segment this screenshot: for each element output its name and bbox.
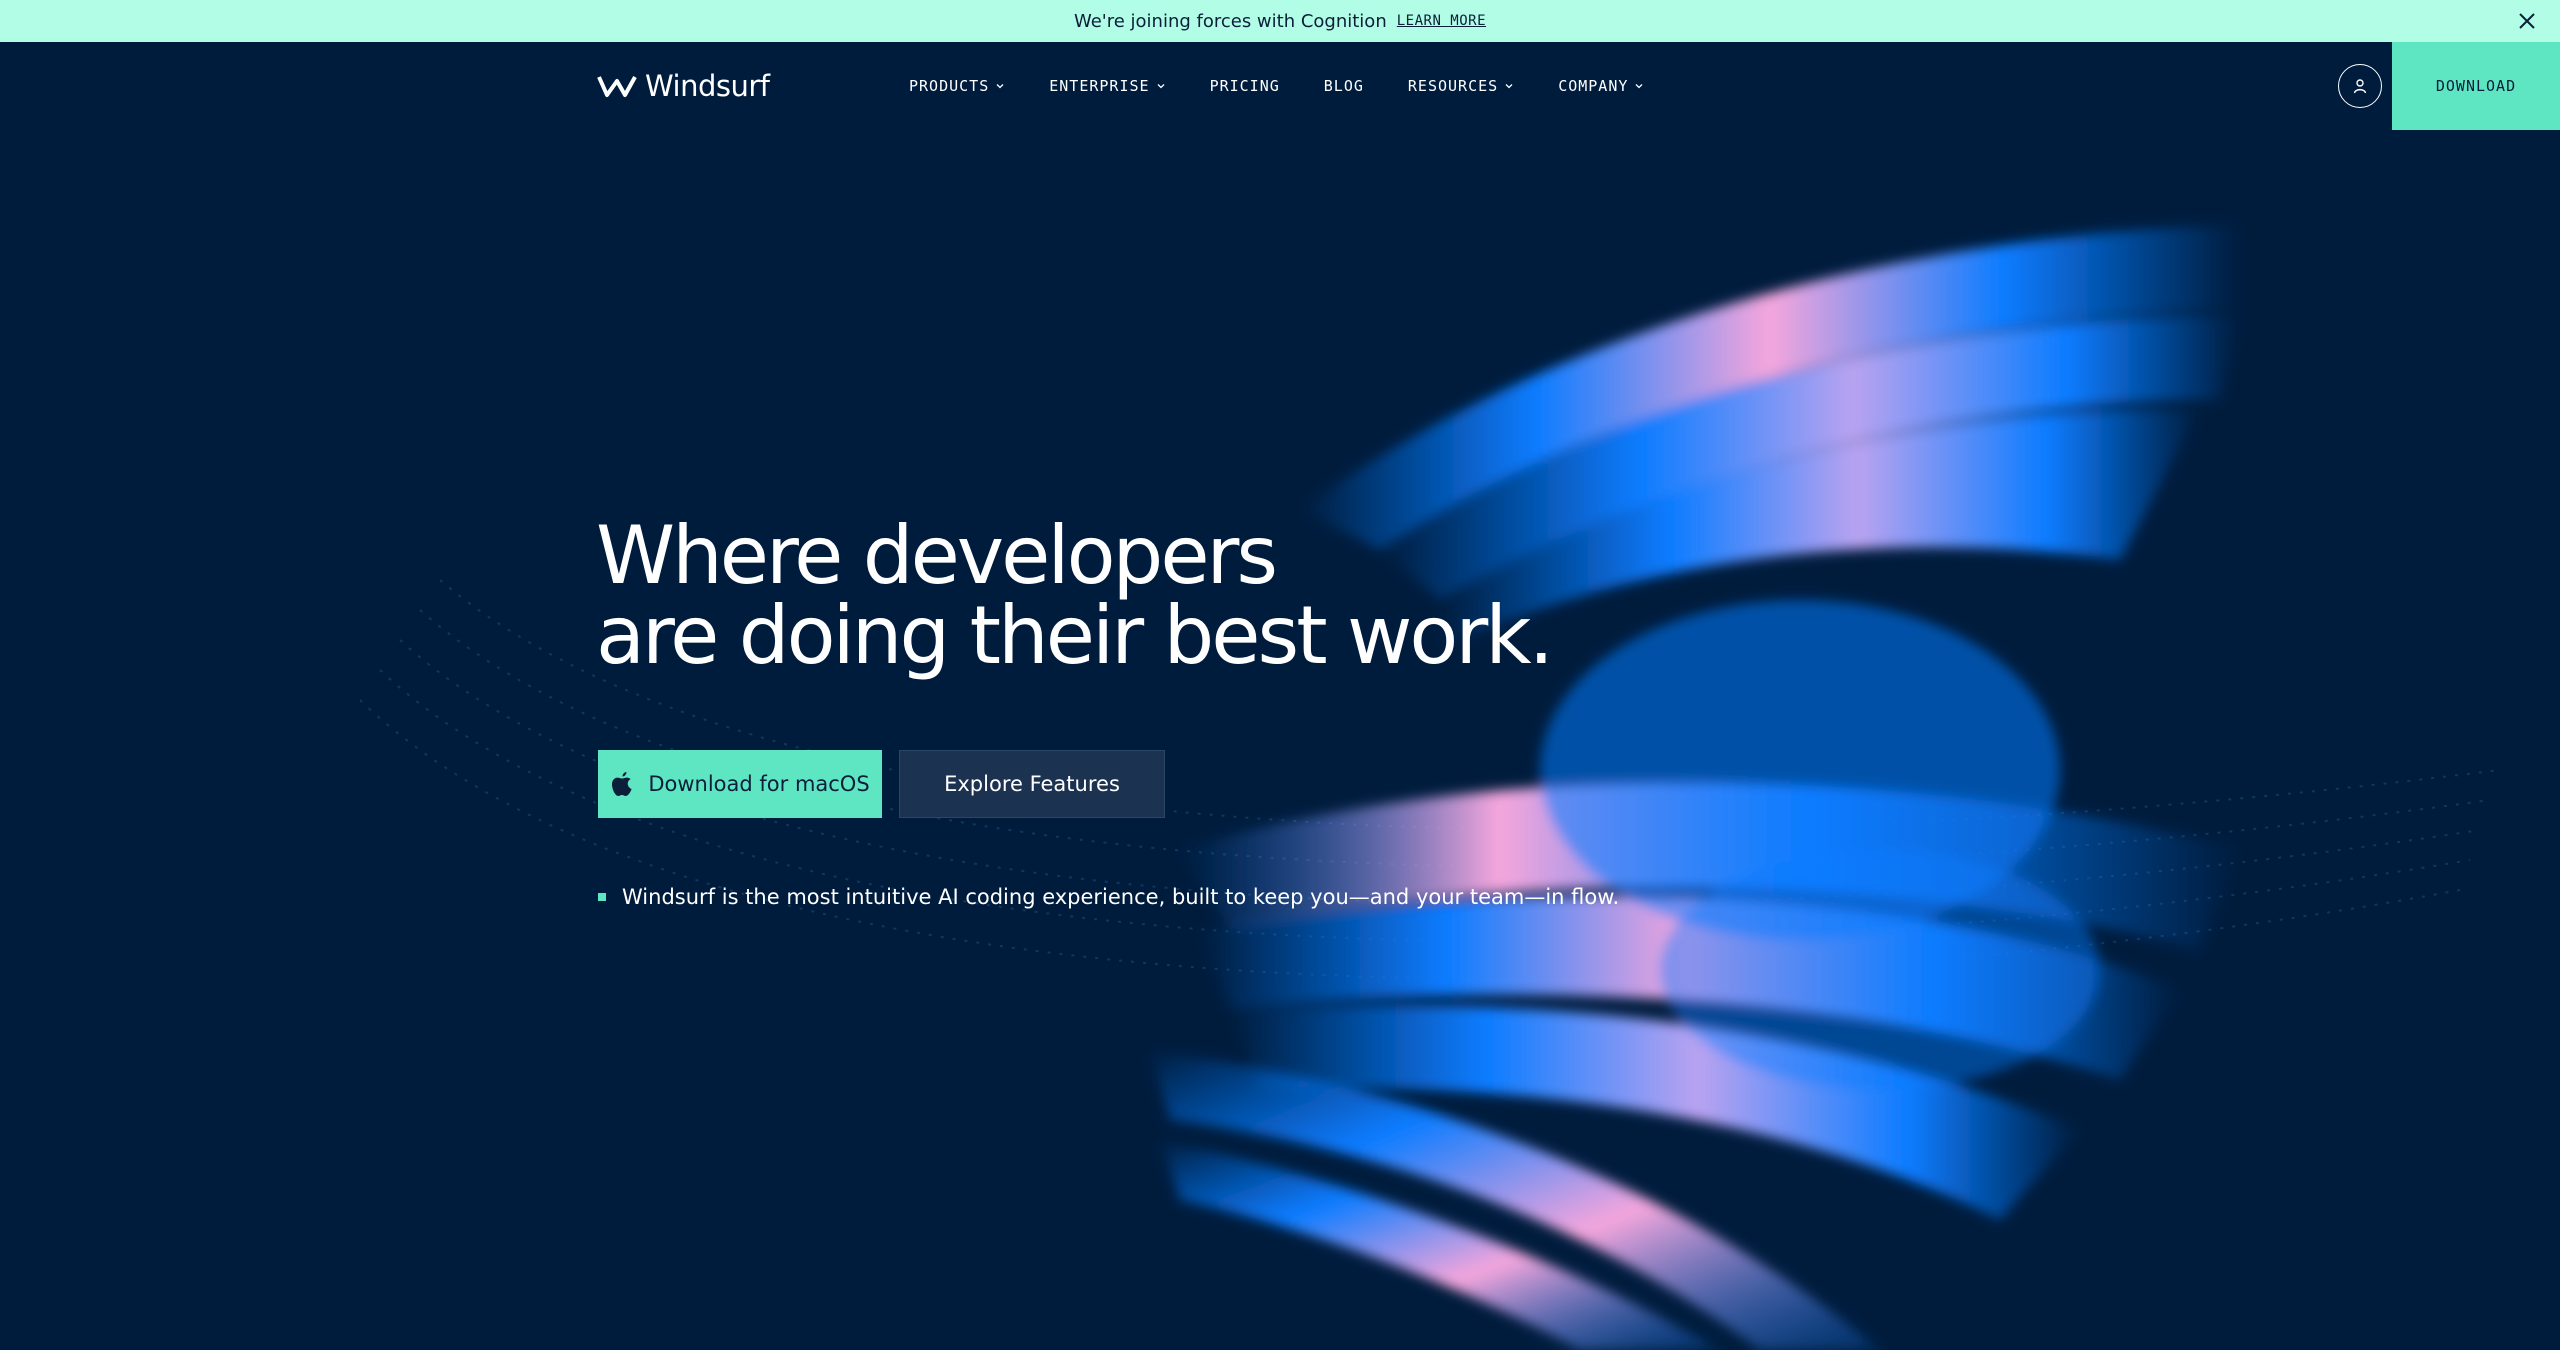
brand-name: Windsurf [645,69,770,103]
tagline-text: Windsurf is the most intuitive AI coding… [622,885,1620,909]
page: We're joining forces with Cognition LEAR… [0,0,2560,1350]
explore-features-button[interactable]: Explore Features [899,750,1165,818]
banner-message: We're joining forces with Cognition [1073,10,1387,32]
learn-more-link[interactable]: LEARN MORE [1397,13,1486,29]
nav-item-company[interactable]: COMPANY [1558,77,1644,95]
headline-line-1: Where developers [596,509,1278,602]
download-macos-button[interactable]: Download for macOS [598,750,882,818]
close-icon [2519,13,2535,29]
chevron-down-icon [1157,84,1165,89]
nav-menu: PRODUCTS ENTERPRISE PRICING BLOG RESOURC… [909,42,1688,130]
nav-item-label: ENTERPRISE [1049,77,1150,95]
bullet-marker [598,893,606,901]
windsurf-logo-icon [597,76,637,97]
nav-item-blog[interactable]: BLOG [1324,77,1364,95]
chevron-down-icon [996,84,1004,89]
chevron-down-icon [1635,84,1643,89]
main-nav: Windsurf PRODUCTS ENTERPRISE PRICING BLO… [0,42,2560,130]
hero-headline: Where developers are doing their best wo… [596,509,1554,682]
chevron-down-icon [1505,84,1513,89]
nav-item-label: BLOG [1323,77,1364,95]
nav-item-enterprise[interactable]: ENTERPRISE [1049,77,1165,95]
close-banner-button[interactable] [2512,6,2542,36]
nav-item-label: RESOURCES [1407,77,1499,95]
hero-wave-artwork [359,225,2501,1350]
nav-item-products[interactable]: PRODUCTS [909,77,1005,95]
nav-item-resources[interactable]: RESOURCES [1408,77,1514,95]
brand-logo[interactable]: Windsurf [597,66,770,106]
nav-item-pricing[interactable]: PRICING [1210,77,1280,95]
nav-item-label: PRICING [1209,77,1280,95]
headline-line-2: are doing their best work. [596,589,1554,682]
account-button[interactable] [2338,64,2382,108]
nav-item-label: PRODUCTS [909,77,990,95]
announcement-banner: We're joining forces with Cognition LEAR… [0,0,2560,42]
user-icon [2353,79,2367,94]
hero-tagline: Windsurf is the most intuitive AI coding… [598,885,1619,909]
apple-icon [612,772,632,796]
download-macos-label: Download for macOS [648,772,870,796]
nav-item-label: COMPANY [1558,77,1629,95]
nav-download-button[interactable]: DOWNLOAD [2392,42,2560,130]
